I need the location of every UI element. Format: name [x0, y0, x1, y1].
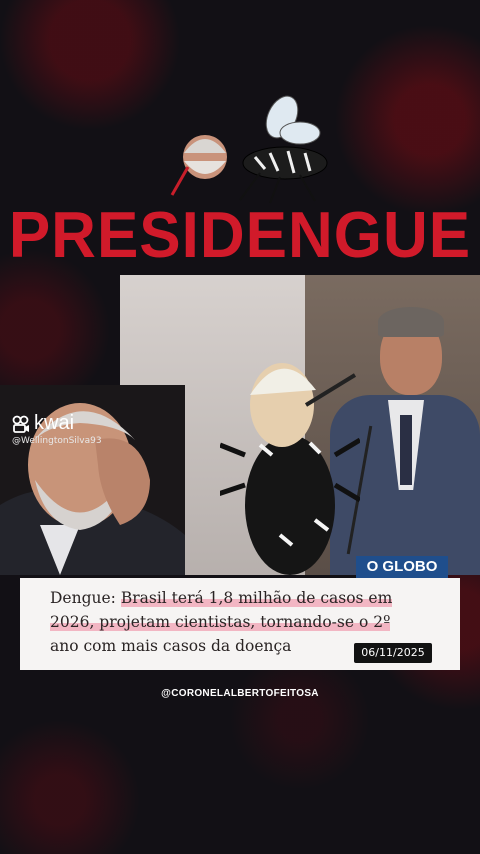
mosquito-puppet-image	[220, 363, 360, 575]
o-globo-badge: O GLOBO	[356, 556, 448, 578]
headline-highlight-3: , projetam cientistas, tornando-se o 2º	[89, 613, 391, 631]
headline-highlight-1: Brasil terá 1,8 milhão de casos em	[120, 589, 393, 607]
kwai-app-name: kwai	[34, 412, 75, 434]
author-credit: @CORONELALBERTOFEITOSA	[161, 688, 319, 699]
headline-highlight-2: 2026	[50, 613, 90, 631]
headline-lead: Dengue:	[50, 589, 116, 607]
kwai-watermark: kwai @WellingtonSilva93	[12, 412, 124, 446]
kwai-logo-icon	[12, 415, 29, 433]
headline-tail: ano com mais casos da doença	[50, 637, 292, 655]
mosquito-caricature-illustration	[170, 95, 328, 204]
headline-card: Dengue: Brasil terá 1,8 milhão de casos …	[20, 578, 460, 670]
kwai-username: @WellingtonSilva93	[12, 436, 102, 446]
date-badge: 06/11/2025	[354, 643, 432, 663]
page-title: PRESIDENGUE	[8, 199, 472, 272]
